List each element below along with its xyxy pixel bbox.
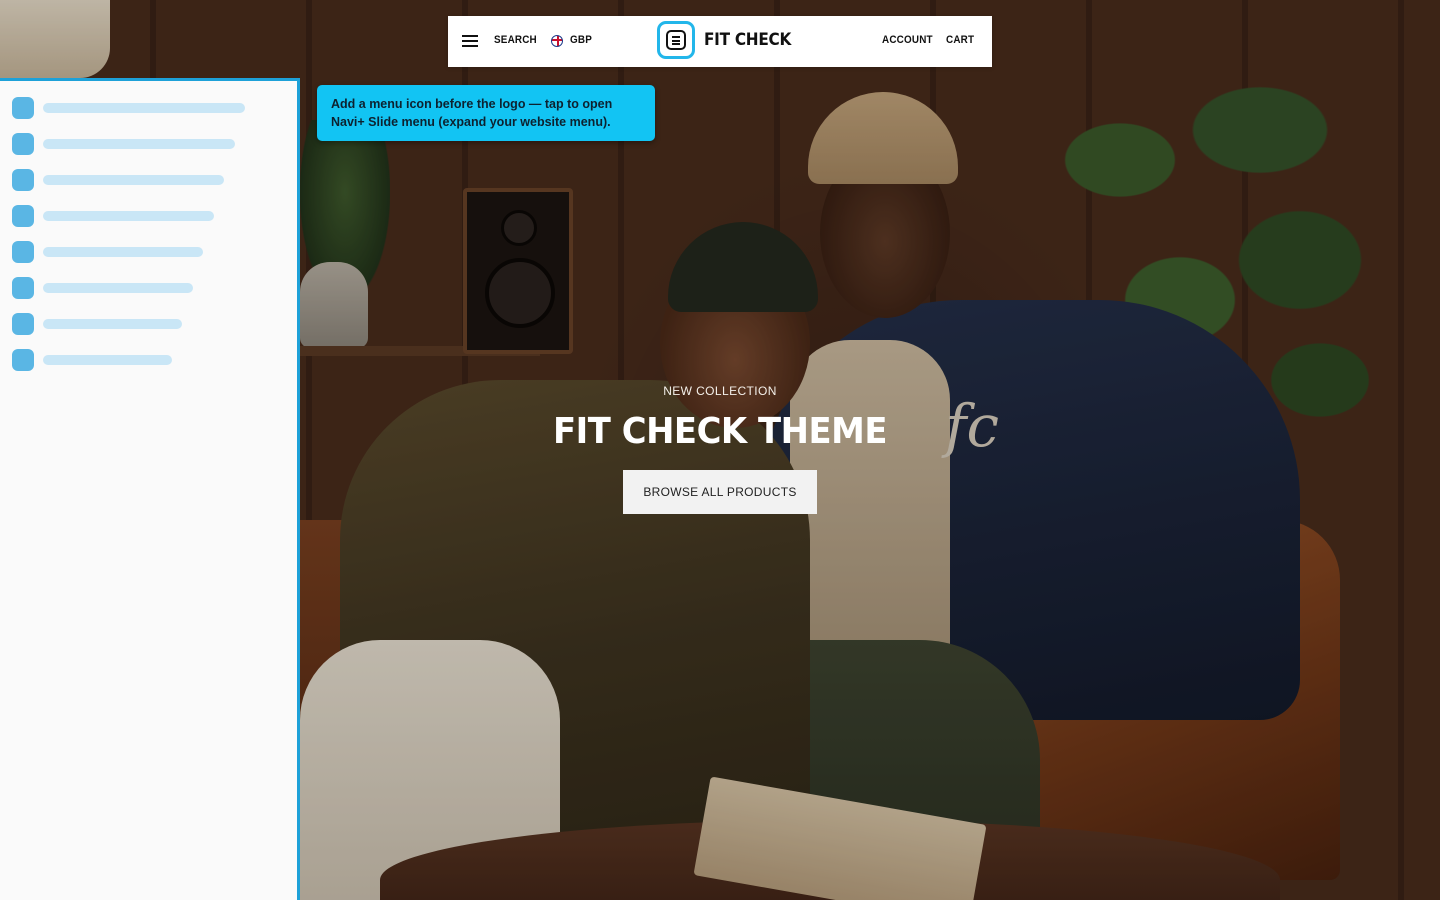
navi-menu-icon[interactable] [657, 21, 695, 59]
menu-item-icon-placeholder [12, 97, 34, 119]
hero-title: FIT CHECK THEME [553, 411, 887, 452]
menu-item-label-placeholder [43, 175, 224, 185]
menu-item-icon-placeholder [12, 241, 34, 263]
menu-item-icon-placeholder [12, 349, 34, 371]
menu-item-icon-placeholder [12, 313, 34, 335]
browse-all-products-button[interactable]: BROWSE ALL PRODUCTS [623, 470, 817, 514]
brand-logo[interactable]: FIT CHECK [704, 30, 791, 50]
uk-flag-icon [551, 35, 563, 47]
menu-item-icon-placeholder [12, 277, 34, 299]
menu-item-label-placeholder [43, 211, 214, 221]
menu-item-label-placeholder [43, 355, 172, 365]
search-link[interactable]: SEARCH [494, 34, 537, 46]
menu-item-label-placeholder [43, 319, 182, 329]
cart-link[interactable]: CART [946, 34, 974, 46]
menu-item-icon-placeholder [12, 133, 34, 155]
site-header: SEARCH GBP FIT CHECK ACCOUNT CART [448, 16, 992, 67]
menu-item-icon-placeholder [12, 205, 34, 227]
menu-item-label-placeholder [43, 103, 245, 113]
hero-eyebrow: NEW COLLECTION [663, 384, 777, 398]
slide-menu-panel [0, 78, 300, 900]
menu-item-label-placeholder [43, 139, 235, 149]
menu-item-icon-placeholder [12, 169, 34, 191]
menu-item-label-placeholder [43, 283, 193, 293]
currency-selector[interactable]: GBP [570, 34, 592, 46]
hero-copy: NEW COLLECTION FIT CHECK THEME BROWSE AL… [520, 380, 920, 514]
menu-icon-tooltip: Add a menu icon before the logo — tap to… [317, 85, 655, 141]
hamburger-menu-icon[interactable] [462, 34, 478, 48]
account-link[interactable]: ACCOUNT [882, 34, 933, 46]
menu-item-label-placeholder [43, 247, 203, 257]
